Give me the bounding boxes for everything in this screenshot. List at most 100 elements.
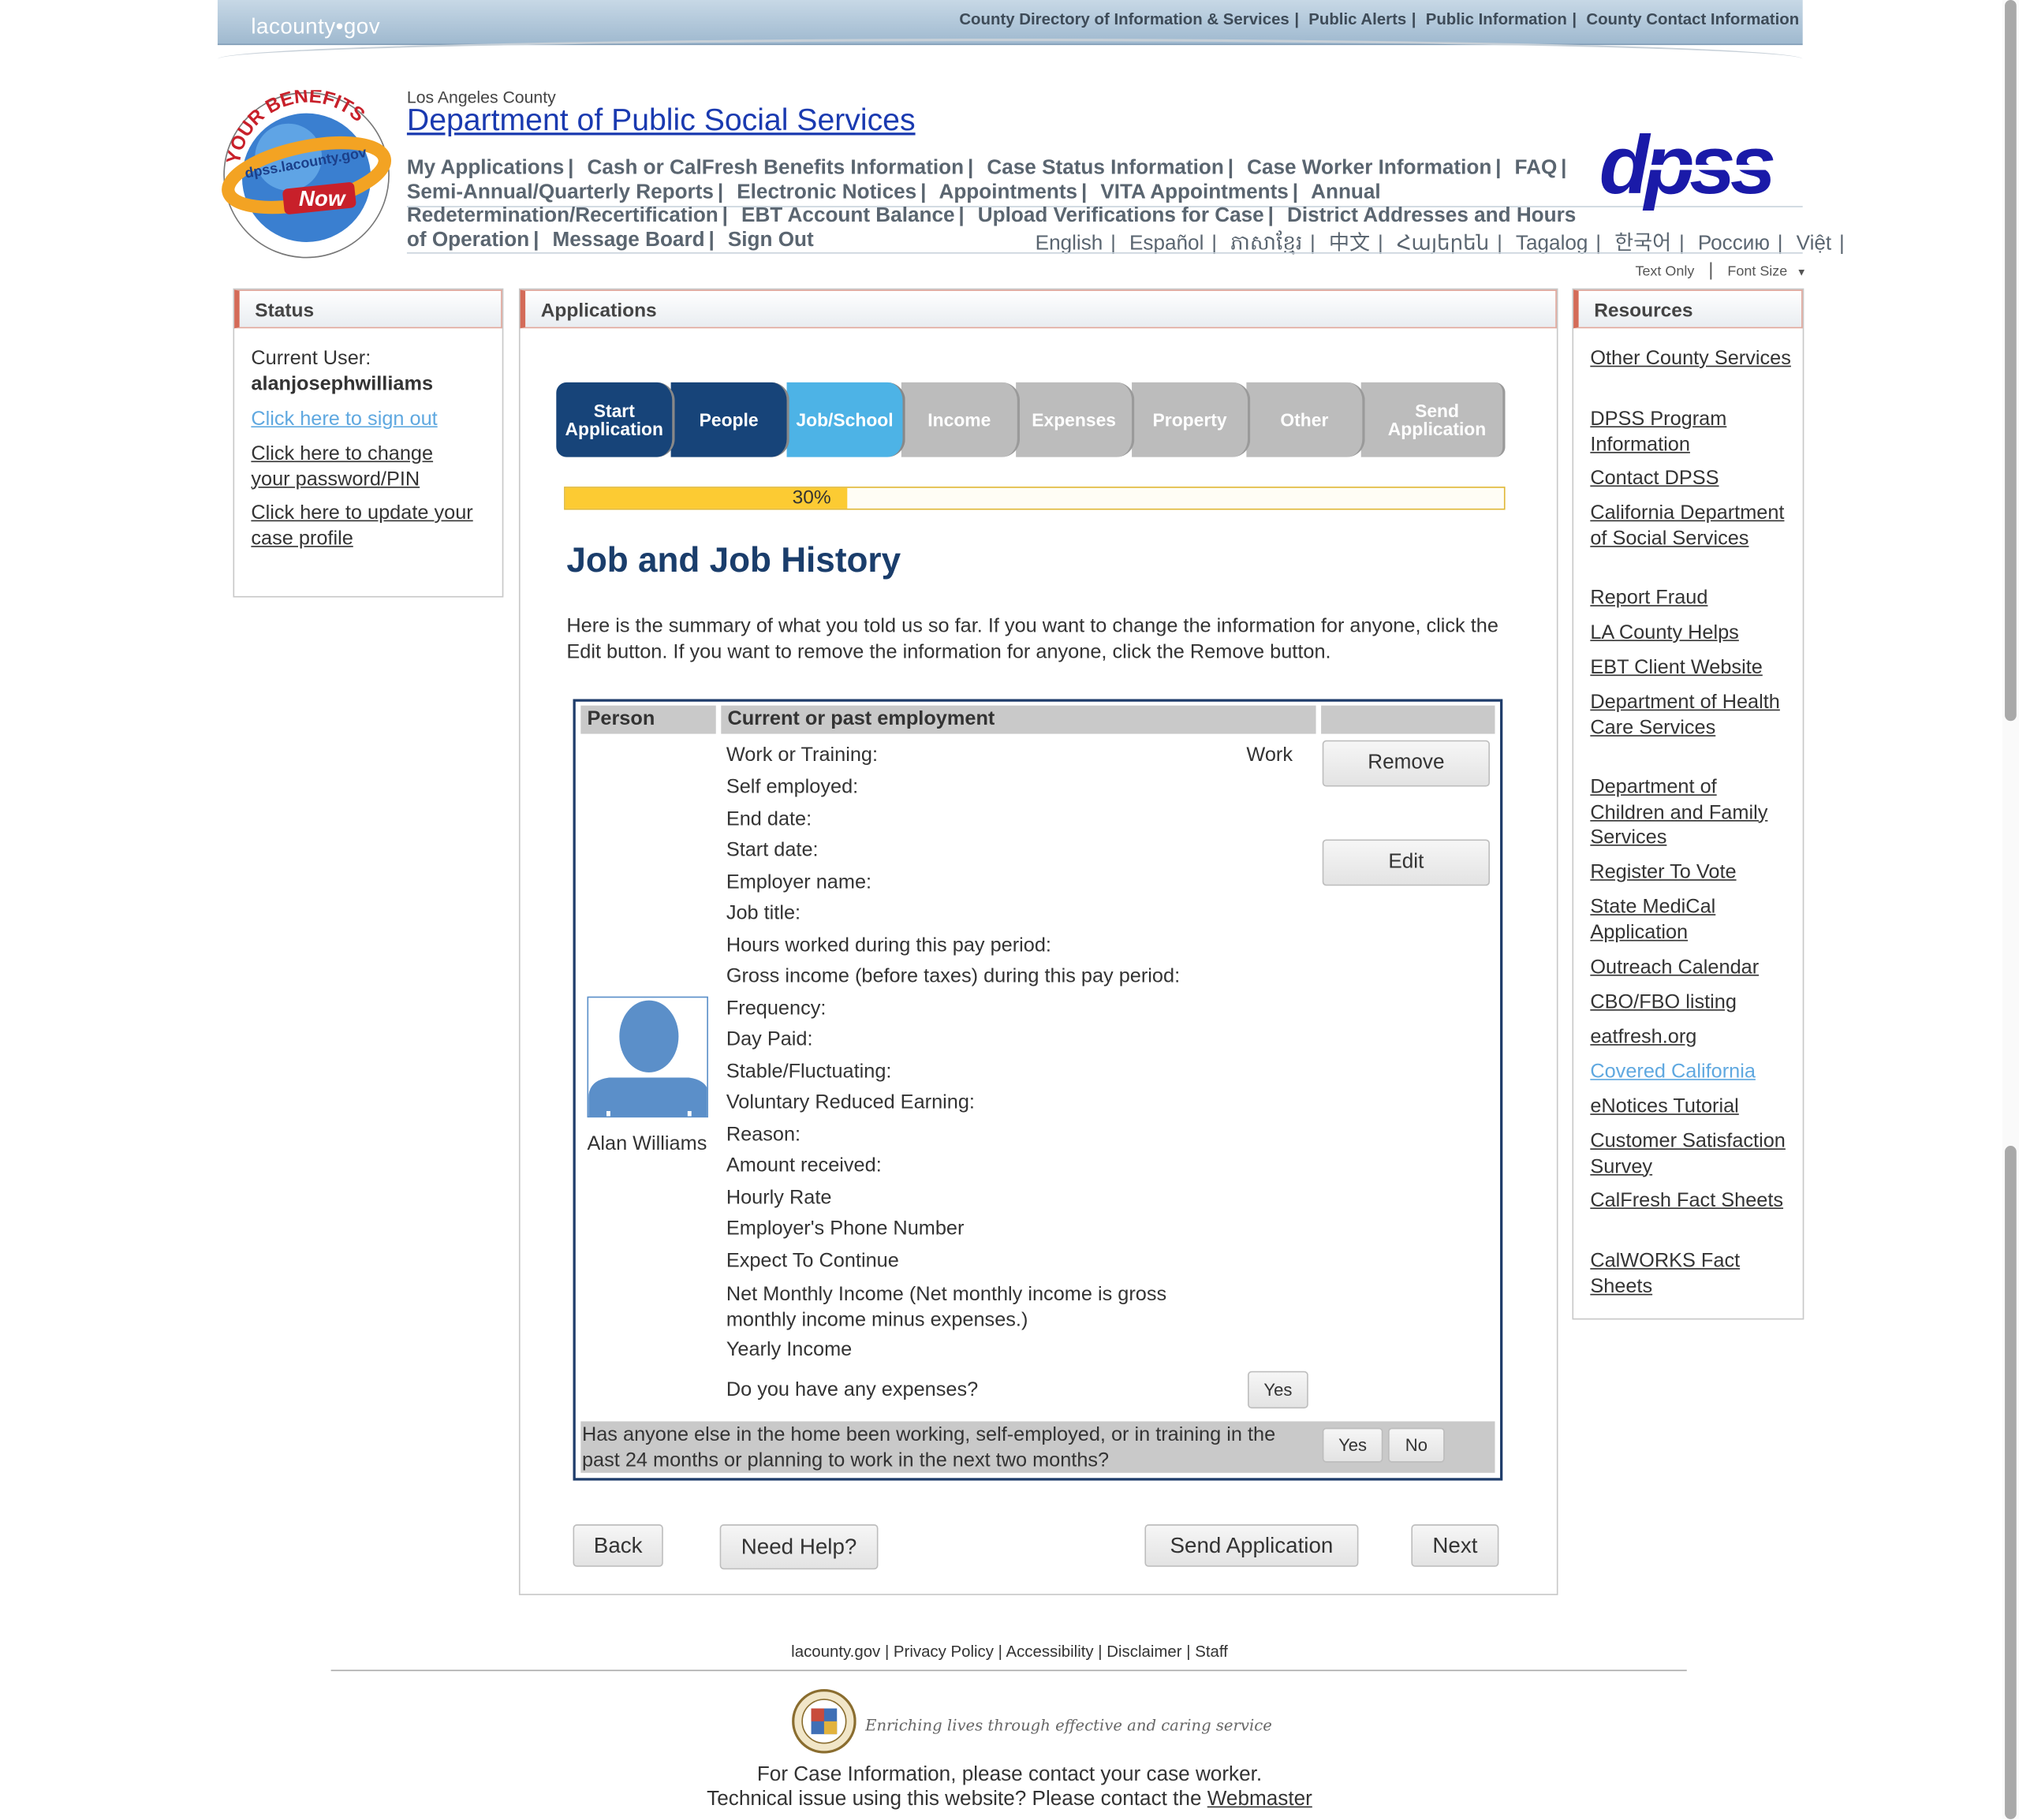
footer-link-accessibility[interactable]: Accessibility [1006, 1643, 1093, 1661]
scrollbar-thumb-lower[interactable] [2005, 1146, 2017, 1819]
step-label: Start Application [565, 400, 663, 439]
edit-button[interactable]: Edit [1322, 839, 1490, 886]
nav-ebt-balance[interactable]: EBT Account Balance [741, 205, 954, 227]
step-people[interactable]: People [670, 382, 789, 457]
resource-link[interactable]: Contact DPSS [1590, 466, 1796, 491]
step-start-application[interactable]: Start Application [556, 382, 675, 457]
nav-case-status[interactable]: Case Status Information [987, 157, 1223, 179]
chevron-down-icon: ▼ [1796, 266, 1807, 278]
resource-link[interactable]: CalFresh Fact Sheets [1590, 1188, 1796, 1214]
employment-field-label: Self employed: [726, 776, 859, 799]
resource-link[interactable]: Register To Vote [1590, 860, 1796, 886]
footer-links: lacounty.gov | Privacy Policy | Accessib… [791, 1643, 1228, 1661]
resource-link[interactable]: Covered California [1590, 1060, 1796, 1085]
lacounty-logo[interactable]: lacounty•gov [251, 14, 380, 40]
anyone-else-yes-button[interactable]: Yes [1322, 1427, 1383, 1463]
applications-panel-title: Applications [520, 289, 1557, 329]
remove-button[interactable]: Remove [1322, 740, 1490, 787]
employment-field-label: Stable/Fluctuating: [726, 1061, 892, 1083]
resource-link[interactable]: Department of Children and Family Servic… [1590, 775, 1796, 851]
resource-link[interactable]: Outreach Calendar [1590, 955, 1796, 980]
lang-divider [406, 252, 1803, 254]
your-benefits-now-seal[interactable]: dpss.lacounty.gov Now YOUR BENEFITS [222, 90, 392, 260]
scrollbar-thumb[interactable] [2005, 0, 2017, 722]
anyone-else-no-button[interactable]: No [1387, 1427, 1445, 1463]
intro-text: Here is the summary of what you told us … [566, 615, 1498, 662]
dept-title-link[interactable]: Department of Public Social Services [407, 103, 916, 140]
footer-link-disclaimer[interactable]: Disclaimer [1107, 1643, 1181, 1661]
resource-link[interactable]: State MediCal Application [1590, 895, 1796, 945]
back-button[interactable]: Back [573, 1524, 663, 1567]
top-link-directory[interactable]: County Directory of Information & Servic… [959, 10, 1289, 28]
resource-link[interactable]: DPSS Program Information [1590, 407, 1796, 457]
work-or-training-value: Work [1246, 744, 1293, 766]
top-link-public-info[interactable]: Public Information [1426, 10, 1567, 28]
resource-link[interactable]: EBT Client Website [1590, 655, 1796, 681]
top-link-contact[interactable]: County Contact Information [1586, 10, 1799, 28]
nav-benefits-info[interactable]: Cash or CalFresh Benefits Information [588, 157, 965, 179]
resource-link[interactable]: Department of Health Care Services [1590, 690, 1796, 740]
nav-my-applications[interactable]: My Applications [407, 157, 564, 179]
resource-link[interactable]: Other County Services [1590, 346, 1796, 371]
col-header-employment: Current or past employment [721, 705, 1316, 734]
step-label: Job/School [796, 409, 894, 431]
resource-link[interactable]: eNotices Tutorial [1590, 1095, 1796, 1120]
footer-divider [330, 1669, 1687, 1672]
nav-appointments[interactable]: Appointments [939, 181, 1077, 203]
employment-field-label: Day Paid: [726, 1028, 813, 1051]
resource-link[interactable]: CalWORKS Fact Sheets [1590, 1249, 1796, 1300]
resource-link[interactable]: CBO/FBO listing [1590, 990, 1796, 1016]
step-send-application[interactable]: Send Application [1360, 382, 1506, 457]
next-button[interactable]: Next [1411, 1524, 1499, 1567]
step-property[interactable]: Property [1132, 382, 1251, 457]
step-job-school[interactable]: Job/School [786, 382, 905, 457]
yearly-income-label: Yearly Income [726, 1338, 853, 1361]
employment-field-label: Expect To Continue [726, 1250, 899, 1273]
text-only-link[interactable]: Text Only [1635, 264, 1694, 280]
job-summary-table [573, 699, 1503, 1481]
footer-link-lacounty[interactable]: lacounty.gov [791, 1643, 880, 1661]
footer-link-privacy[interactable]: Privacy Policy [894, 1643, 994, 1661]
nav-upload[interactable]: Upload Verifications for Case [978, 205, 1264, 227]
progress-bar: 30% [564, 487, 1506, 510]
step-other[interactable]: Other [1246, 382, 1365, 457]
nav-sign-out[interactable]: Sign Out [728, 229, 814, 251]
net-monthly-income-label: Net Monthly Income (Net monthly income i… [726, 1283, 1167, 1331]
step-label: Expenses [1032, 409, 1116, 431]
font-size-dropdown[interactable]: Font Size [1727, 264, 1787, 280]
webmaster-link[interactable]: Webmaster [1207, 1788, 1312, 1811]
top-link-alerts[interactable]: Public Alerts [1308, 10, 1406, 28]
col-header-actions [1321, 705, 1495, 734]
footer-link-staff[interactable]: Staff [1195, 1643, 1228, 1661]
col-header-person: Person [580, 705, 716, 734]
employment-field-label: Employer's Phone Number [726, 1218, 965, 1240]
step-label: Income [927, 409, 991, 431]
employment-field-label: Job title: [726, 902, 801, 925]
update-profile-link[interactable]: Click here to update your case profile [251, 501, 495, 551]
resource-link[interactable]: LA County Helps [1590, 621, 1796, 646]
seal-now-text: Now [299, 186, 347, 211]
need-help-button[interactable]: Need Help? [719, 1524, 879, 1570]
resource-link[interactable]: California Department of Social Services [1590, 501, 1796, 551]
text-tools: Text Only | Font Size ▼ [1635, 259, 1807, 280]
resource-link[interactable]: Customer Satisfaction Survey [1590, 1129, 1796, 1180]
resource-link[interactable]: Report Fraud [1590, 586, 1796, 611]
sign-out-link[interactable]: Click here to sign out [251, 407, 437, 432]
progress-label: 30% [792, 487, 831, 509]
nav-message-board[interactable]: Message Board [552, 229, 704, 251]
step-expenses[interactable]: Expenses [1016, 382, 1135, 457]
nav-case-worker[interactable]: Case Worker Information [1247, 157, 1491, 179]
nav-electronic-notices[interactable]: Electronic Notices [737, 181, 916, 203]
status-panel-title: Status [234, 289, 502, 329]
send-application-button[interactable]: Send Application [1144, 1524, 1359, 1567]
nav-vita[interactable]: VITA Appointments [1100, 181, 1288, 203]
change-password-link[interactable]: Click here to change your password/PIN [251, 442, 470, 492]
step-income[interactable]: Income [901, 382, 1021, 457]
employment-field-label: End date: [726, 808, 812, 831]
footer-motto: Enriching lives through effective and ca… [865, 1716, 1272, 1735]
dpss-logo[interactable]: dpss [1596, 126, 1789, 211]
nav-semi-annual[interactable]: Semi-Annual/Quarterly Reports [407, 181, 714, 203]
expenses-yes-button[interactable]: Yes [1248, 1371, 1308, 1409]
nav-faq[interactable]: FAQ [1515, 157, 1558, 179]
resource-link[interactable]: eatfresh.org [1590, 1025, 1796, 1050]
